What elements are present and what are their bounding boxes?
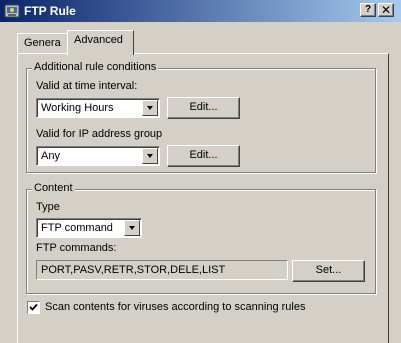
- app-icon: [4, 4, 20, 18]
- tab-panel: [17, 53, 389, 343]
- help-button[interactable]: ?: [360, 3, 376, 17]
- title-bar[interactable]: FTP Rule ? ✕: [0, 0, 401, 22]
- tab-advanced[interactable]: Advanced: [67, 30, 134, 55]
- tab-general[interactable]: Genera: [17, 33, 68, 53]
- close-button[interactable]: ✕: [378, 3, 394, 17]
- window-title: FTP Rule: [24, 4, 76, 18]
